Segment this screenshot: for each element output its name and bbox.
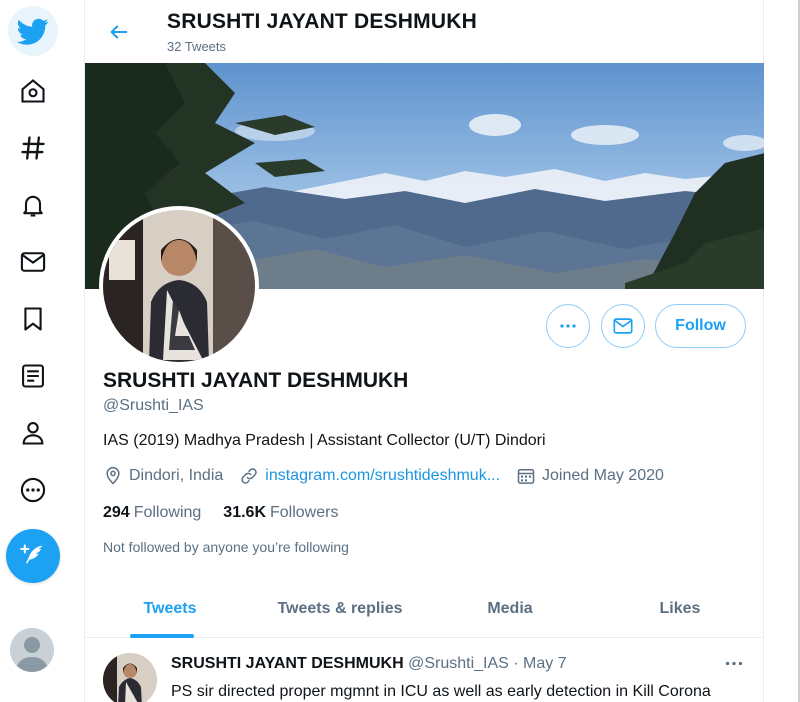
website-item[interactable]: instagram.com/srushtideshmuk... <box>239 466 500 486</box>
location-pin-icon <box>106 466 120 485</box>
tweet-header: SRUSHTI JAYANT DESHMUKH @Srushti_IAS · M… <box>171 655 567 673</box>
tweet-more-icon[interactable] <box>721 653 747 673</box>
tweet-author-avatar[interactable] <box>103 653 157 702</box>
more-circle-icon[interactable] <box>12 469 54 511</box>
link-icon <box>241 468 257 484</box>
followed-by-note: Not followed by anyone you’re following <box>103 539 349 555</box>
calendar-icon <box>517 469 535 484</box>
messages-envelope-icon[interactable] <box>12 241 54 283</box>
joined-item: Joined May 2020 <box>516 466 664 486</box>
explore-hashtag-icon[interactable] <box>12 127 54 169</box>
more-options-button[interactable] <box>546 304 590 348</box>
profile-name: SRUSHTI JAYANT DESHMUKH <box>103 369 409 392</box>
tab-media[interactable]: Media <box>425 580 595 637</box>
followers-count: 31.6K <box>223 504 266 521</box>
tweet-item[interactable]: SRUSHTI JAYANT DESHMUKH @Srushti_IAS · M… <box>85 639 765 702</box>
tab-label: Likes <box>659 599 701 617</box>
followers-link[interactable]: 31.6K Followers <box>223 504 338 522</box>
joined-text: Joined May 2020 <box>542 467 664 484</box>
back-arrow-icon[interactable] <box>101 14 137 50</box>
active-tab-indicator <box>130 634 194 638</box>
followers-label: Followers <box>270 504 339 521</box>
profile-avatar[interactable] <box>99 206 259 366</box>
profile-handle: @Srushti_IAS <box>103 397 204 414</box>
tweet-count: 32 Tweets <box>167 39 227 54</box>
profile-person-icon[interactable] <box>12 412 54 454</box>
tweet-text: PS sir directed proper mgmnt in ICU as w… <box>171 683 711 700</box>
tweet-handle-date: @Srushti_IAS · May 7 <box>403 655 567 672</box>
lists-icon[interactable] <box>12 355 54 397</box>
tab-tweets[interactable]: Tweets <box>85 580 255 638</box>
location-item: Dindori, India <box>103 466 223 486</box>
twitter-logo-icon[interactable] <box>8 6 58 56</box>
notifications-bell-icon[interactable] <box>12 184 54 226</box>
profile-bio: IAS (2019) Madhya Pradesh | Assistant Co… <box>103 432 546 449</box>
header-title: SRUSHTI JAYANT DESHMUKH <box>167 10 477 33</box>
profile-column: SRUSHTI JAYANT DESHMUKH 32 Tweets Follow… <box>84 0 765 702</box>
bookmarks-icon[interactable] <box>12 298 54 340</box>
message-button[interactable] <box>601 304 645 348</box>
envelope-icon <box>613 318 633 334</box>
follow-button[interactable]: Follow <box>655 304 746 348</box>
tab-label: Tweets <box>143 599 197 617</box>
compose-tweet-button[interactable] <box>6 529 60 583</box>
account-avatar[interactable] <box>10 628 54 672</box>
home-icon[interactable] <box>12 70 54 112</box>
tab-tweets-and-replies[interactable]: Tweets & replies <box>255 580 425 637</box>
website-link[interactable]: instagram.com/srushtideshmuk... <box>265 467 500 485</box>
profile-meta: Dindori, India instagram.com/srushtidesh… <box>103 466 680 486</box>
feather-plus-icon <box>20 544 43 564</box>
location-text: Dindori, India <box>129 467 224 484</box>
tab-likes[interactable]: Likes <box>595 580 765 637</box>
following-label: Following <box>133 504 202 521</box>
profile-header-bar: SRUSHTI JAYANT DESHMUKH 32 Tweets <box>85 0 765 62</box>
profile-tabs: Tweets Tweets & replies Media Likes <box>85 580 765 638</box>
tab-label: Tweets & replies <box>277 599 403 617</box>
tweet-author-name[interactable]: SRUSHTI JAYANT DESHMUKH <box>171 655 404 672</box>
right-sidebar-edge <box>764 0 800 702</box>
profile-counts: 294 Following 31.6K Followers <box>103 504 360 522</box>
tab-label: Media <box>487 599 533 617</box>
following-link[interactable]: 294 Following <box>103 504 201 522</box>
left-navigation <box>0 0 84 702</box>
following-count: 294 <box>103 504 130 521</box>
ellipsis-icon <box>560 324 576 328</box>
